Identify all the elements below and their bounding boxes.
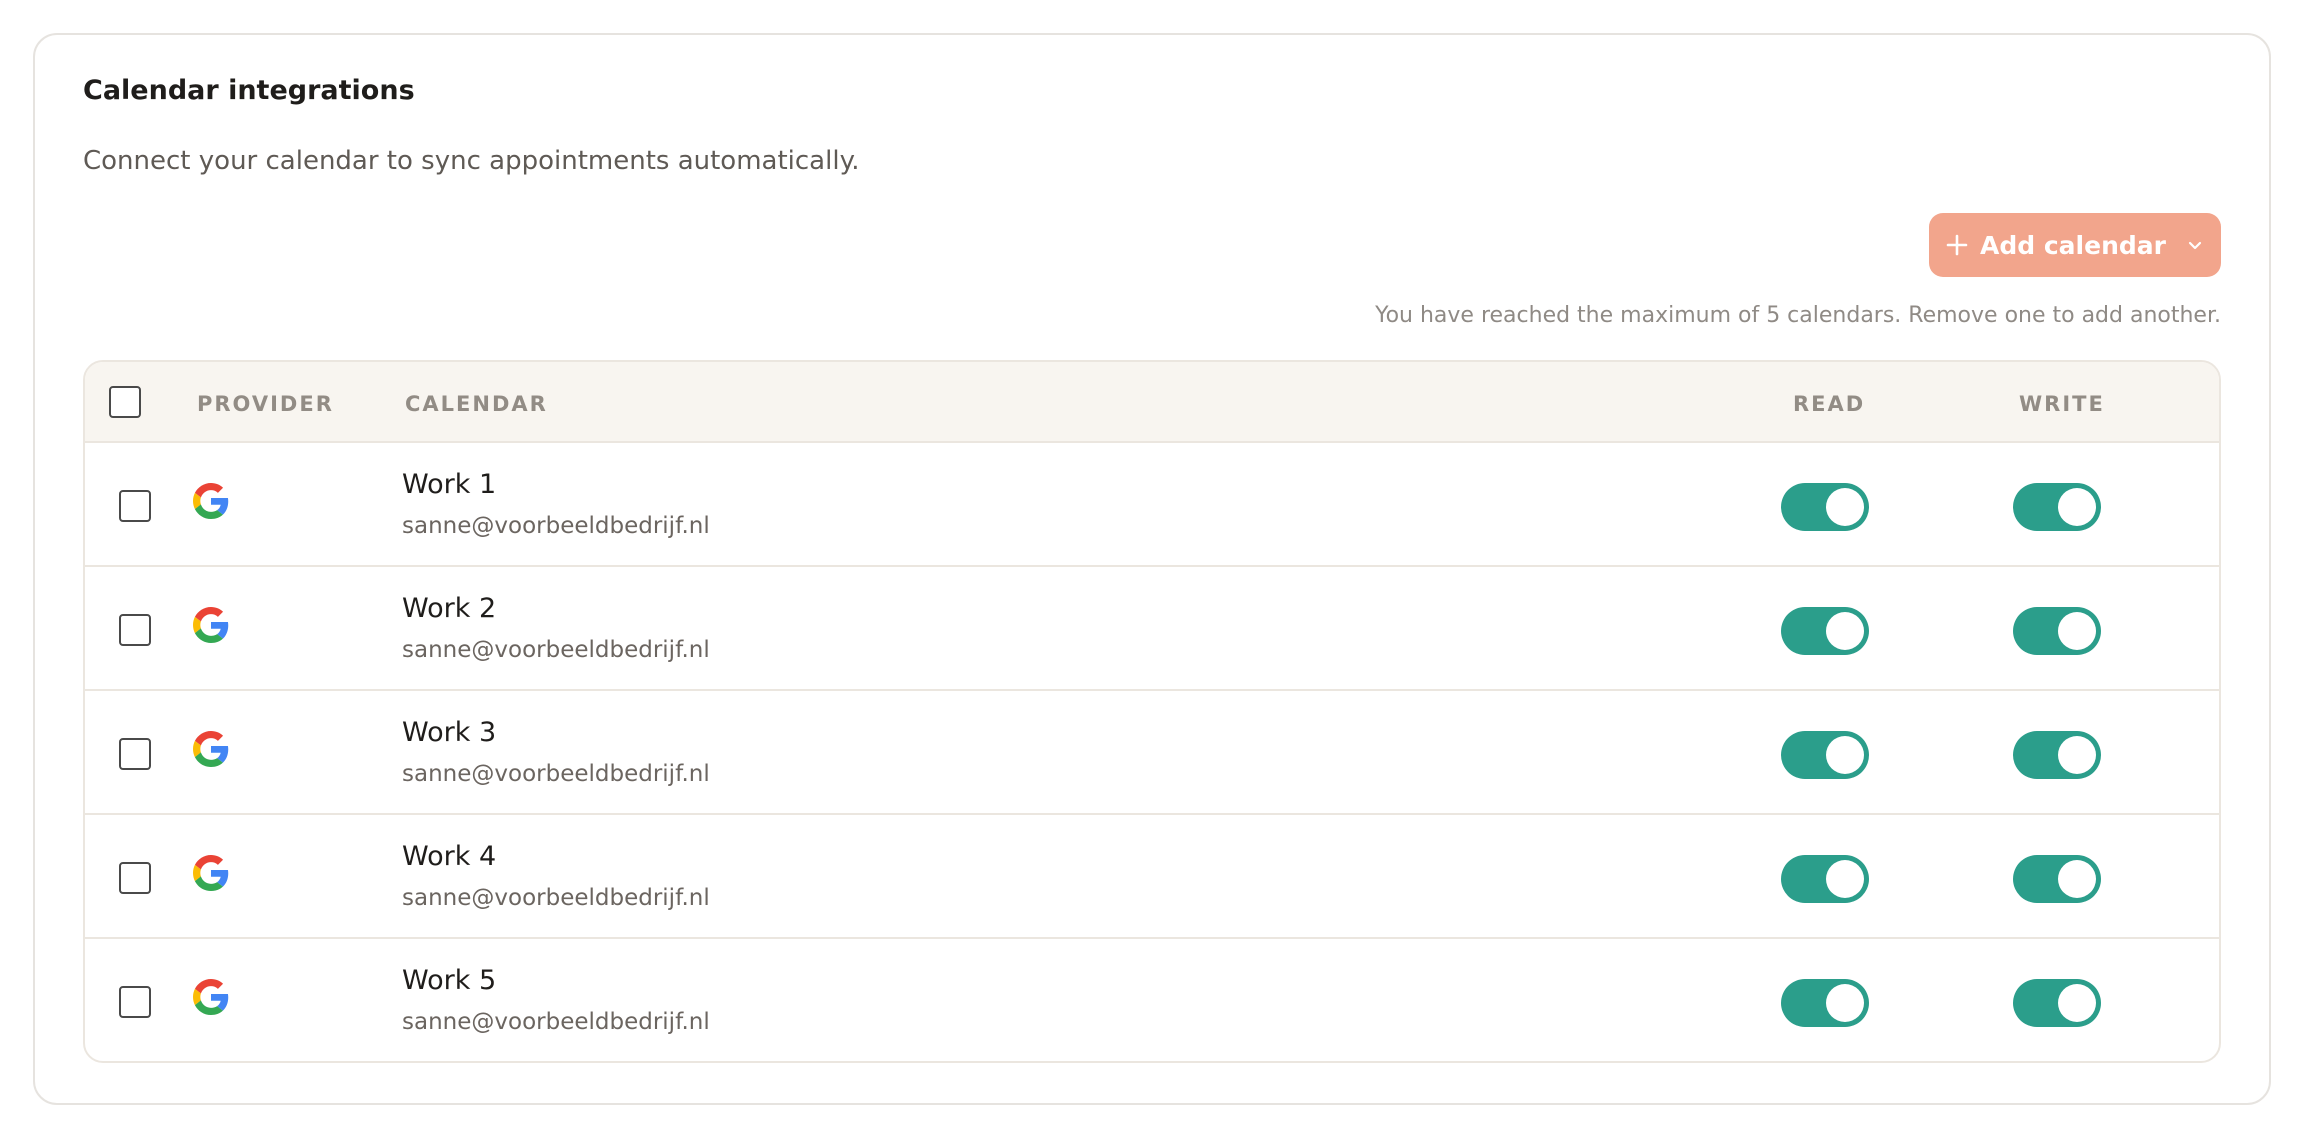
toggle-knob bbox=[2058, 984, 2096, 1022]
calendar-name: Work 3 bbox=[402, 717, 497, 748]
read-toggle[interactable] bbox=[1781, 855, 1869, 903]
read-toggle[interactable] bbox=[1781, 731, 1869, 779]
plus-icon bbox=[1946, 234, 1968, 256]
toggle-knob bbox=[1826, 488, 1864, 526]
calendar-name: Work 5 bbox=[402, 965, 497, 996]
table-row: Work 1 sanne@voorbeeldbedrijf.nl bbox=[85, 443, 2219, 567]
add-calendar-button[interactable]: Add calendar bbox=[1929, 213, 2221, 277]
header-write: WRITE bbox=[2019, 392, 2105, 416]
write-toggle[interactable] bbox=[2013, 483, 2101, 531]
google-icon bbox=[193, 483, 229, 519]
section-description: Connect your calendar to sync appointmen… bbox=[83, 146, 860, 176]
row-checkbox[interactable] bbox=[119, 738, 151, 770]
google-icon bbox=[193, 979, 229, 1015]
table-row: Work 2 sanne@voorbeeldbedrijf.nl bbox=[85, 567, 2219, 691]
row-checkbox[interactable] bbox=[119, 614, 151, 646]
read-toggle[interactable] bbox=[1781, 483, 1869, 531]
calendar-email: sanne@voorbeeldbedrijf.nl bbox=[402, 513, 710, 539]
row-checkbox[interactable] bbox=[119, 490, 151, 522]
toggle-knob bbox=[1826, 860, 1864, 898]
toggle-knob bbox=[1826, 612, 1864, 650]
calendars-table: PROVIDER CALENDAR READ WRITE Work 1 sann… bbox=[83, 360, 2221, 1063]
write-toggle[interactable] bbox=[2013, 731, 2101, 779]
toggle-knob bbox=[1826, 736, 1864, 774]
calendar-email: sanne@voorbeeldbedrijf.nl bbox=[402, 1009, 710, 1035]
toggle-knob bbox=[2058, 736, 2096, 774]
google-icon bbox=[193, 607, 229, 643]
toggle-knob bbox=[1826, 984, 1864, 1022]
add-calendar-label: Add calendar bbox=[1980, 230, 2166, 260]
table-row: Work 3 sanne@voorbeeldbedrijf.nl bbox=[85, 691, 2219, 815]
row-checkbox[interactable] bbox=[119, 986, 151, 1018]
read-toggle[interactable] bbox=[1781, 607, 1869, 655]
calendar-name: Work 2 bbox=[402, 593, 497, 624]
select-all-checkbox[interactable] bbox=[109, 386, 141, 418]
header-read: READ bbox=[1793, 392, 1866, 416]
row-checkbox[interactable] bbox=[119, 862, 151, 894]
chevron-down-icon bbox=[2186, 236, 2204, 254]
calendar-integrations-card: Calendar integrations Connect your calen… bbox=[33, 33, 2271, 1105]
table-body: Work 1 sanne@voorbeeldbedrijf.nl Work 2 … bbox=[85, 443, 2219, 1061]
toggle-knob bbox=[2058, 860, 2096, 898]
header-calendar: CALENDAR bbox=[405, 392, 548, 416]
write-toggle[interactable] bbox=[2013, 979, 2101, 1027]
calendar-name: Work 4 bbox=[402, 841, 497, 872]
section-title: Calendar integrations bbox=[83, 75, 415, 106]
toggle-knob bbox=[2058, 488, 2096, 526]
table-header: PROVIDER CALENDAR READ WRITE bbox=[85, 362, 2219, 443]
toggle-knob bbox=[2058, 612, 2096, 650]
write-toggle[interactable] bbox=[2013, 607, 2101, 655]
google-icon bbox=[193, 855, 229, 891]
calendar-name: Work 1 bbox=[402, 469, 497, 500]
calendar-email: sanne@voorbeeldbedrijf.nl bbox=[402, 885, 710, 911]
google-icon bbox=[193, 731, 229, 767]
table-row: Work 5 sanne@voorbeeldbedrijf.nl bbox=[85, 939, 2219, 1061]
read-toggle[interactable] bbox=[1781, 979, 1869, 1027]
calendar-limit-note: You have reached the maximum of 5 calend… bbox=[1375, 303, 2221, 328]
table-row: Work 4 sanne@voorbeeldbedrijf.nl bbox=[85, 815, 2219, 939]
header-provider: PROVIDER bbox=[197, 392, 334, 416]
calendar-email: sanne@voorbeeldbedrijf.nl bbox=[402, 637, 710, 663]
write-toggle[interactable] bbox=[2013, 855, 2101, 903]
calendar-email: sanne@voorbeeldbedrijf.nl bbox=[402, 761, 710, 787]
